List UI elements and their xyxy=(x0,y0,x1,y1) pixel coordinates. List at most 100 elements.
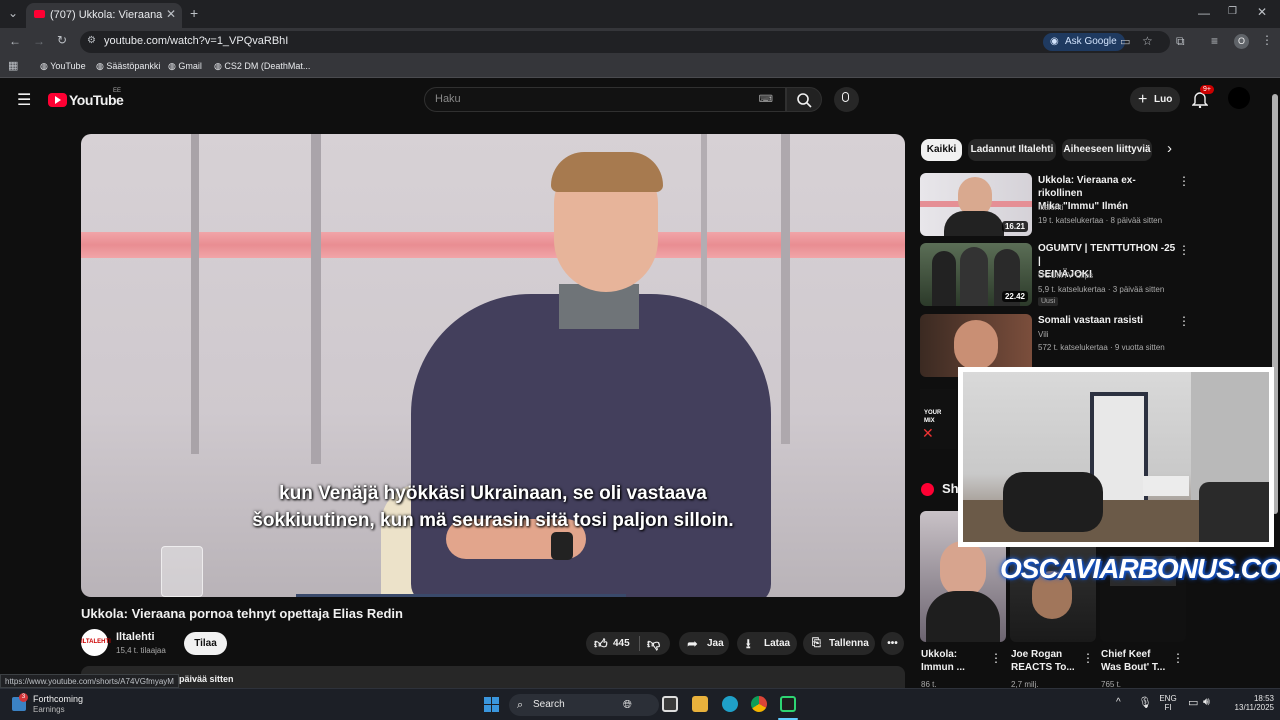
more-actions-button[interactable]: ••• xyxy=(881,632,904,655)
apps-grid-icon[interactable]: ▦ xyxy=(8,59,18,72)
tab-search-icon[interactable]: ⌄ xyxy=(8,6,18,20)
thumbnail-person xyxy=(932,251,956,306)
tray-overflow-icon[interactable]: ^ xyxy=(1116,697,1121,708)
chip-uploaded-by[interactable]: Ladannut Iltalehti xyxy=(968,139,1056,161)
volume-icon[interactable]: 🔊︎ xyxy=(1203,696,1210,709)
cast-icon[interactable]: ▭ xyxy=(1120,35,1130,48)
save-label: Tallenna xyxy=(829,638,869,649)
search-button[interactable] xyxy=(786,87,822,112)
extensions-icon[interactable]: ⧉ xyxy=(1176,34,1185,49)
globe-icon: ◍ xyxy=(214,61,225,71)
keyboard-icon[interactable]: ⌨ xyxy=(759,94,773,105)
clock[interactable]: 18:53 13/11/2025 xyxy=(1218,694,1278,712)
chrome-menu-icon[interactable]: ⋮ xyxy=(1261,33,1273,47)
wristwatch xyxy=(551,532,573,560)
notifications-button[interactable]: 9+ xyxy=(1191,85,1214,113)
rec-meta: 19 t. katselukertaa · 8 päivää sitten xyxy=(1038,216,1163,225)
globe-icon: ◍ xyxy=(40,61,51,71)
share-button[interactable]: ➦ Jaa xyxy=(679,632,729,655)
app-icon[interactable] xyxy=(780,696,796,712)
profile-avatar[interactable]: O xyxy=(1234,34,1249,49)
save-button[interactable]: ⎘ Tallenna xyxy=(803,632,875,655)
ask-google-button[interactable]: ◉ Ask Google xyxy=(1043,33,1125,51)
bookmark-saastopankki[interactable]: ◍ Säästöpankki xyxy=(96,61,160,72)
windows-taskbar: 3 Forthcoming Earnings ⌕ Search 🌐︎ ^ 🎙︎ … xyxy=(0,688,1280,720)
reading-list-icon[interactable]: ≡ xyxy=(1211,34,1218,48)
new-tab-button[interactable]: + xyxy=(190,5,198,21)
rec-menu-icon[interactable]: ⋮ xyxy=(1178,243,1190,257)
mix-thumbnail[interactable]: YOUR MIX ✕ xyxy=(920,389,956,449)
short-menu-icon[interactable]: ⋮ xyxy=(1172,651,1184,665)
search-input[interactable]: Haku ⌨ xyxy=(424,87,786,112)
taskbar-search[interactable]: ⌕ Search 🌐︎ xyxy=(509,694,659,716)
rec-title[interactable]: Somali vastaan rasisti xyxy=(1038,314,1178,327)
browser-tab[interactable]: (707) Ukkola: Vieraana pornoa t ✕ xyxy=(26,3,182,28)
share-label: Jaa xyxy=(707,638,724,649)
search-highlight-icon: 🌐︎ xyxy=(623,699,632,711)
chip-all[interactable]: Kaikki xyxy=(921,139,962,161)
account-avatar[interactable] xyxy=(1228,87,1250,109)
description-box[interactable]: päivää sitten xyxy=(81,666,905,688)
chevron-right-icon[interactable]: › xyxy=(1167,140,1172,157)
search-icon xyxy=(797,93,812,108)
task-view-icon[interactable] xyxy=(662,696,678,712)
chip-related[interactable]: Aiheeseen liittyviä xyxy=(1062,139,1152,161)
address-bar-row: ← → ↻ ⚙ youtube.com/watch?v=1_VPQvaRBhI … xyxy=(0,28,1280,56)
rec-thumbnail[interactable]: 16.21 xyxy=(920,173,1032,236)
rec-channel[interactable]: Iltalehti xyxy=(1038,203,1063,212)
voice-search-button[interactable] xyxy=(834,87,859,112)
tab-close-icon[interactable]: ✕ xyxy=(166,7,176,21)
thumbnail-face xyxy=(940,541,986,597)
omnibox[interactable]: ⚙ youtube.com/watch?v=1_VPQvaRBhI ◉ Ask … xyxy=(80,31,1170,53)
download-button[interactable]: ⭳ Lataa xyxy=(737,632,797,655)
bookmark-youtube[interactable]: ◍ YouTube xyxy=(40,61,86,72)
url-text[interactable]: youtube.com/watch?v=1_VPQvaRBhI xyxy=(104,35,288,47)
bookmark-gmail[interactable]: ◍ Gmail xyxy=(168,61,202,72)
short-menu-icon[interactable]: ⋮ xyxy=(990,651,1002,665)
forward-icon[interactable]: → xyxy=(33,34,45,48)
windows-start-icon[interactable] xyxy=(484,697,500,713)
channel-avatar[interactable]: ILTALEHTI xyxy=(81,629,111,656)
rec-thumbnail[interactable]: 22.42 xyxy=(920,243,1032,306)
notification-count-badge: 9+ xyxy=(1200,85,1214,94)
short-title[interactable]: Ukkola: Immun ... xyxy=(921,648,965,674)
window-close-icon[interactable]: ✕ xyxy=(1257,5,1267,19)
like-count[interactable]: 445 xyxy=(613,632,630,655)
youtube-wordmark: YouTube xyxy=(69,92,124,108)
person-hair xyxy=(551,152,663,192)
water-glass xyxy=(161,546,203,597)
short-title[interactable]: Chief Keef Was Bout' T... xyxy=(1101,648,1165,674)
back-icon[interactable]: ← xyxy=(9,34,21,48)
rec-channel[interactable]: Vili xyxy=(1038,330,1049,339)
subscribe-button[interactable]: Tilaa xyxy=(184,632,227,655)
channel-name[interactable]: Iltalehti xyxy=(116,631,155,643)
rec-menu-icon[interactable]: ⋮ xyxy=(1178,314,1190,328)
hamburger-menu-icon[interactable]: ☰ xyxy=(17,90,31,110)
bookmark-cs2-dm[interactable]: ◍ CS2 DM (DeathMat... xyxy=(214,61,310,72)
create-button[interactable]: + Luo xyxy=(1130,87,1180,112)
chrome-icon[interactable] xyxy=(751,696,767,712)
microphone-icon xyxy=(842,92,849,102)
restore-icon[interactable]: ❐ xyxy=(1228,6,1237,17)
minimize-icon[interactable]: — xyxy=(1198,6,1210,20)
widget-subtitle: Earnings xyxy=(33,705,65,714)
promo-watermark: OSCAVIARBONUS.COM xyxy=(1000,553,1280,584)
edge-icon[interactable] xyxy=(722,696,738,712)
video-player[interactable]: kun Venäjä hyökkäsi Ukrainaan, se oli va… xyxy=(81,134,905,597)
thumbs-up-icon[interactable]: 👍︎ xyxy=(594,632,608,655)
studio-pillar xyxy=(191,134,199,454)
rec-channel[interactable]: OGUMTV Clips xyxy=(1038,271,1093,280)
site-info-icon[interactable]: ⚙ xyxy=(87,35,96,46)
short-menu-icon[interactable]: ⋮ xyxy=(1082,651,1094,665)
rec-menu-icon[interactable]: ⋮ xyxy=(1178,174,1190,188)
thumbs-down-icon[interactable]: 👎︎ xyxy=(647,632,660,655)
file-explorer-icon[interactable] xyxy=(692,696,708,712)
microphone-tray-icon[interactable]: 🎙︎ xyxy=(1138,696,1152,709)
network-icon[interactable]: ▭ xyxy=(1188,696,1198,709)
bookmark-star-icon[interactable]: ☆ xyxy=(1142,34,1153,48)
short-title[interactable]: Joe Rogan REACTS To... xyxy=(1011,648,1075,674)
input-language[interactable]: ENG FI xyxy=(1156,694,1180,712)
play-triangle-icon xyxy=(55,96,61,104)
search-placeholder: Haku xyxy=(435,93,461,105)
reload-icon[interactable]: ↻ xyxy=(57,33,67,47)
